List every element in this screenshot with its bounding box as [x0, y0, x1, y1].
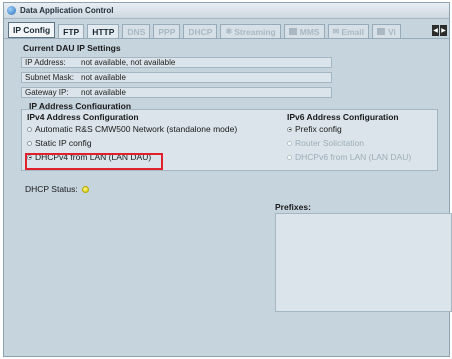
- radio-dhcpv6-lan: DHCPv6 from LAN (LAN DAU): [287, 152, 411, 162]
- window-title: Data Application Control: [20, 6, 114, 15]
- current-settings-title: Current DAU IP Settings: [23, 43, 121, 53]
- tab-dns: DNS: [122, 24, 151, 38]
- tab-label: DHCP: [188, 26, 213, 37]
- mail-icon: ✉: [332, 27, 340, 36]
- dhcp-status-label: DHCP Status:: [25, 184, 78, 194]
- highlight-box: [25, 153, 163, 170]
- tab-vi: Vi: [372, 24, 401, 38]
- tab-label: DNS: [127, 26, 146, 37]
- radio-static-ip[interactable]: Static IP config: [27, 138, 92, 148]
- tab-streaming: ❄ Streaming: [220, 24, 281, 38]
- tab-mms: MMS: [283, 24, 325, 38]
- tab-label: HTTP: [92, 26, 115, 37]
- ip-address-row: IP Address: not available, not available: [21, 57, 332, 68]
- tab-label: MMS: [299, 26, 320, 37]
- radio-label: Static IP config: [35, 138, 92, 148]
- radio-label: Router Solicitation: [295, 138, 364, 148]
- subnet-mask-label: Subnet Mask:: [25, 73, 74, 82]
- tab-ppp: PPP: [153, 24, 181, 38]
- ip-address-label: IP Address:: [25, 58, 66, 67]
- square-icon: [377, 28, 385, 35]
- radio-label: DHCPv6 from LAN (LAN DAU): [295, 152, 412, 162]
- radio-label: Automatic R&S CMW500 Network (standalone…: [35, 124, 238, 134]
- radio-button[interactable]: [27, 140, 32, 146]
- chevron-right-icon[interactable]: ▶: [440, 25, 447, 36]
- chevron-left-icon[interactable]: ◀: [432, 25, 439, 36]
- tab-ip-config[interactable]: IP Config: [8, 22, 56, 38]
- title-bar: Data Application Control: [4, 3, 449, 19]
- tab-label: Email: [341, 26, 364, 37]
- radio-button[interactable]: [27, 126, 32, 132]
- tab-label: PPP: [158, 26, 176, 37]
- gateway-ip-row: Gateway IP: not available: [21, 87, 332, 98]
- gateway-ip-value: not available: [81, 88, 126, 97]
- tab-scroll-arrows: ◀ ▶: [431, 25, 447, 36]
- tab-label: FTP: [63, 26, 80, 37]
- data-application-control-window: Data Application Control IP Config FTP H…: [3, 2, 452, 357]
- ipv4-title: IPv4 Address Configuration: [27, 112, 139, 122]
- tab-bar: IP Config FTP HTTP DNS PPP DHCP ❄ Streami…: [4, 19, 449, 39]
- dhcp-status: DHCP Status:: [25, 184, 89, 194]
- subnet-mask-value: not available: [81, 73, 126, 82]
- tab-email: ✉ Email: [327, 24, 369, 38]
- radio-button-selected[interactable]: [287, 126, 292, 132]
- radio-label: Prefix config: [295, 124, 342, 134]
- ip-address-value: not available, not available: [81, 58, 176, 67]
- prefixes-list[interactable]: [275, 213, 452, 312]
- square-icon: [288, 28, 297, 35]
- radio-button: [287, 154, 292, 160]
- prefixes-label: Prefixes:: [275, 202, 311, 212]
- snowflake-icon: ❄: [225, 27, 233, 36]
- tab-label: Vi: [388, 26, 396, 37]
- ipv6-title: IPv6 Address Configuration: [287, 112, 399, 122]
- tab-dhcp: DHCP: [183, 24, 218, 38]
- radio-router-solicitation: Router Solicitation: [287, 138, 364, 148]
- app-icon: [7, 6, 16, 15]
- tab-http[interactable]: HTTP: [87, 24, 120, 38]
- radio-button: [287, 140, 292, 146]
- status-led-icon: [81, 185, 89, 193]
- tab-label: Streaming: [234, 26, 276, 37]
- tab-ftp[interactable]: FTP: [58, 24, 85, 38]
- tab-label: IP Config: [13, 25, 51, 35]
- subnet-mask-row: Subnet Mask: not available: [21, 72, 332, 83]
- gateway-ip-label: Gateway IP:: [25, 88, 69, 97]
- radio-prefix-config[interactable]: Prefix config: [287, 124, 342, 134]
- radio-automatic-cmw500[interactable]: Automatic R&S CMW500 Network (standalone…: [27, 124, 237, 134]
